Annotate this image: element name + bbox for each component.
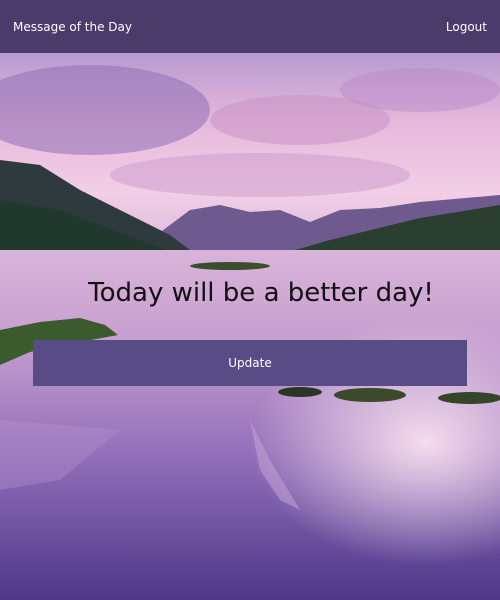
page: Message of the Day Logout Today will be … [0,0,500,600]
update-button[interactable]: Update [33,340,467,386]
brand-link[interactable]: Message of the Day [13,20,132,34]
top-navbar: Message of the Day Logout [0,0,500,53]
logout-link[interactable]: Logout [446,20,487,34]
message-of-the-day-text: Today will be a better day! [88,278,434,308]
